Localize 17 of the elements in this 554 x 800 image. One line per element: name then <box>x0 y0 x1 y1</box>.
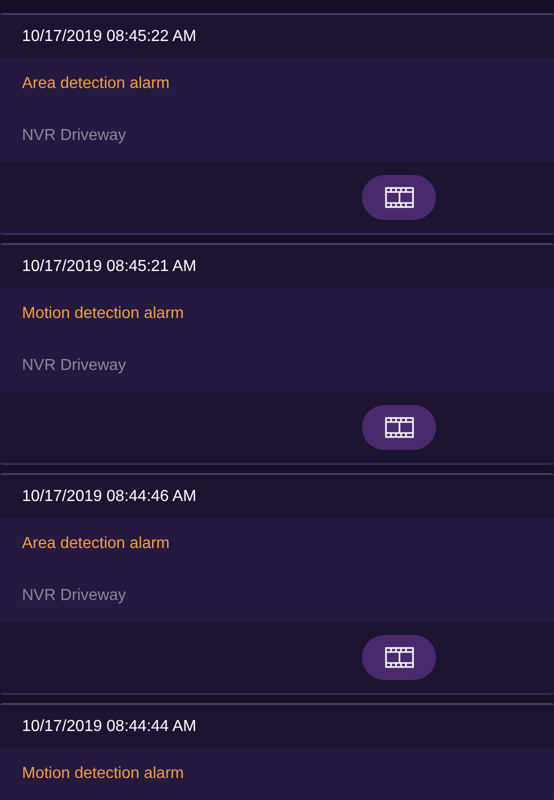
film-icon <box>384 647 414 668</box>
alarm-type: Area detection alarm <box>22 535 170 553</box>
event-time: 10/17/2019 08:45:21 AM <box>22 258 196 276</box>
camera-name: NVR Driveway <box>22 587 126 605</box>
event-time: 10/17/2019 08:44:46 AM <box>22 488 196 506</box>
camera-name: NVR Driveway <box>22 357 126 375</box>
event-time: 10/17/2019 08:44:44 AM <box>22 718 196 736</box>
video-button[interactable] <box>362 405 436 450</box>
event-time: 10/17/2019 08:45:22 AM <box>22 28 196 46</box>
alarm-type: Area detection alarm <box>22 75 170 93</box>
camera-name: NVR Driveway <box>22 127 126 145</box>
film-icon <box>384 417 414 438</box>
video-button[interactable] <box>362 635 436 680</box>
alarm-type: Motion detection alarm <box>22 305 184 323</box>
film-icon <box>384 187 414 208</box>
alarm-type: Motion detection alarm <box>22 765 184 783</box>
video-button[interactable] <box>362 175 436 220</box>
